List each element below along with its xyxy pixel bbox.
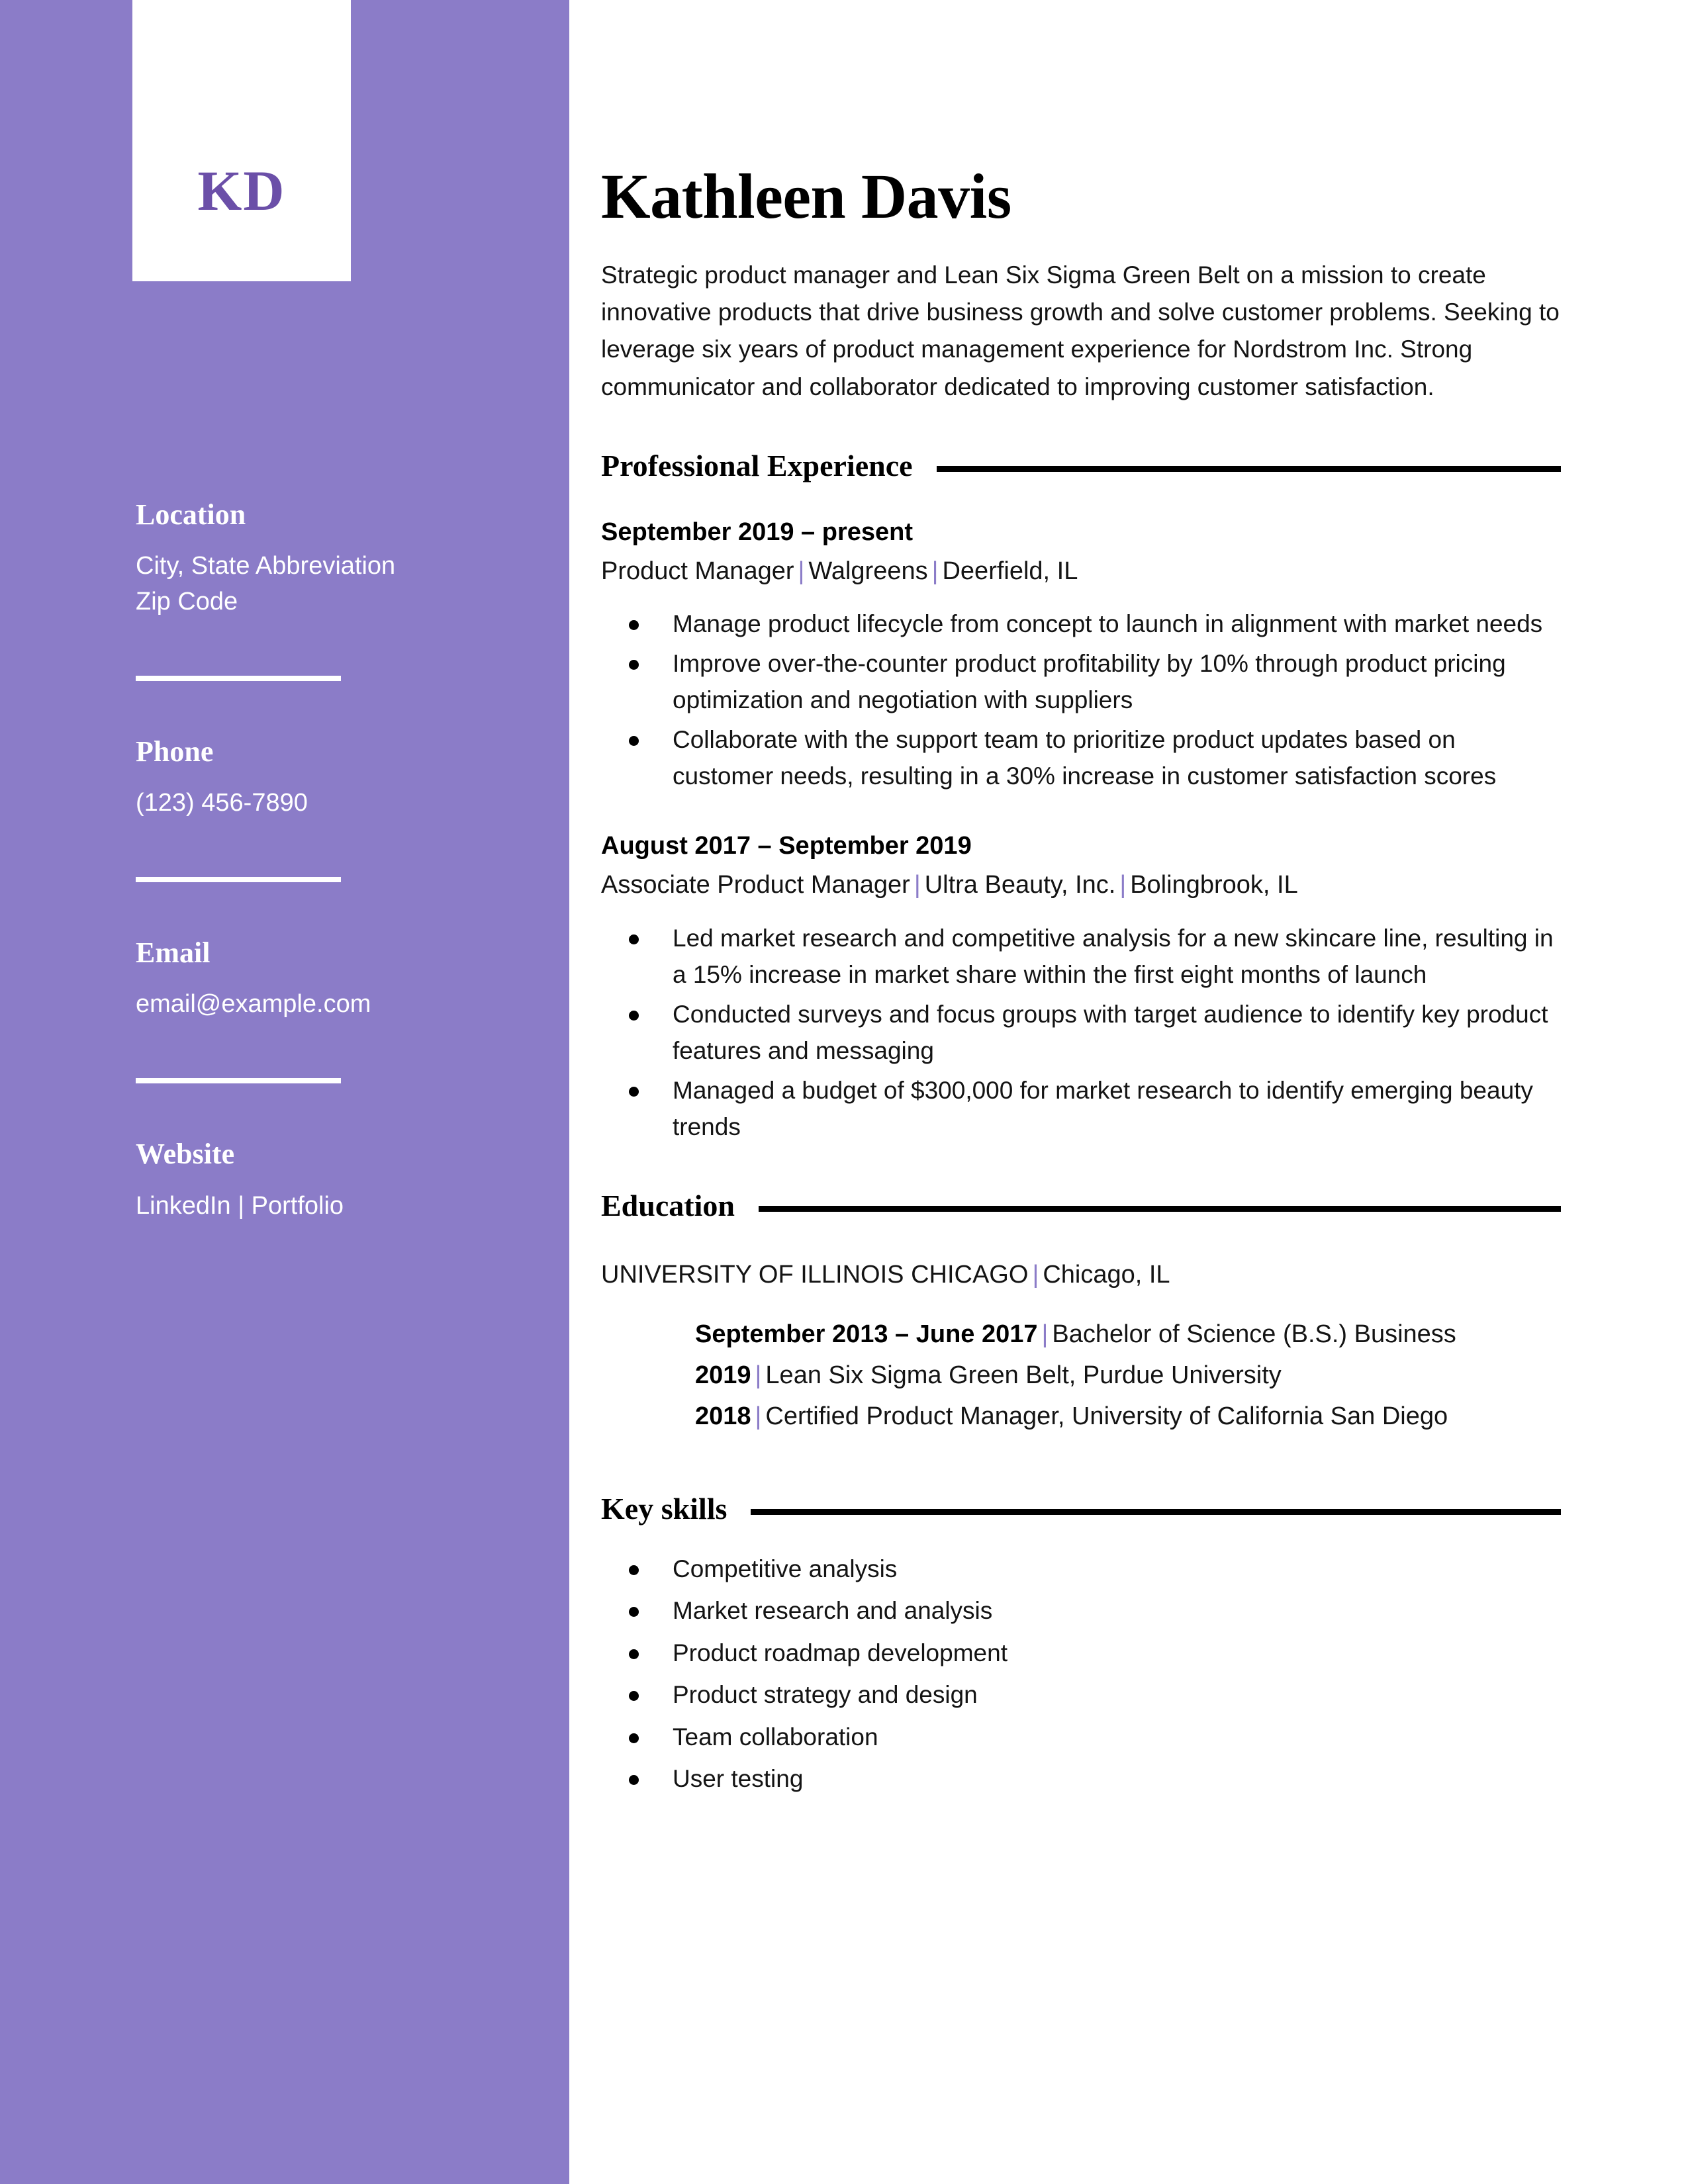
job-role-company-location: Associate Product Manager | Ultra Beauty, … [601,868,1561,902]
monogram-box: KD [132,0,351,281]
job-dates: September 2019 – present [601,518,914,546]
contact-heading-website: Website [136,1138,235,1171]
education-school-name: UNIVERSITY OF ILLINOIS CHICAGO [601,1260,1029,1289]
sidebar-divider-2 [136,877,341,883]
skill-item: Market research and analysis [601,1592,1561,1629]
section-title-key-skills: Key skills [601,1491,727,1525]
separator-pipe-icon: | [1032,1260,1039,1289]
skill-item: Product strategy and design [601,1676,1561,1713]
contact-block-website: Website LinkedIn | Portfolio [136,1139,506,1224]
education-entry-detail: Certified Product Manager, University of… [765,1402,1448,1431]
education-entry-date: 2019 [695,1361,751,1390]
job-bullet: Conducted surveys and focus groups with … [601,996,1561,1069]
contact-value-website-links[interactable]: LinkedIn | Portfolio [136,1189,506,1224]
job-location: Deerfield, IL [942,557,1078,586]
job-role-company-location: Product Manager | Walgreens | Deerfield, IL [601,555,1561,588]
skill-item: User testing [601,1760,1561,1797]
education-entry-date: 2018 [695,1402,751,1431]
job-company: Walgreens [808,557,928,586]
section-header-experience: Professional Experience [601,448,1561,482]
job-entry: August 2017 – September 2019 Associate P… [601,829,1561,1146]
job-bullet: Led market research and competitive anal… [601,920,1561,993]
resume-page: KD Location City, State Abbreviation Zip… [0,0,1688,2184]
skill-item: Team collaboration [601,1719,1561,1756]
separator-pipe-icon: | [755,1402,762,1431]
education-entry: 2019 | Lean Six Sigma Green Belt, Purdue U… [695,1357,1561,1394]
job-bullet: Improve over-the-counter product profita… [601,645,1561,719]
job-role: Associate Product Manager [601,871,910,899]
section-education: Education UNIVERSITY OF ILLINOIS CHICAGO… [601,1188,1561,1435]
monogram-initials: KD [197,158,286,222]
candidate-name: Kathleen Davis [601,161,1011,232]
contact-heading-location: Location [136,498,246,531]
section-title-education: Education [601,1188,735,1222]
skill-item: Competitive analysis [601,1551,1561,1588]
job-bullet: Collaborate with the support team to pri… [601,721,1561,795]
education-school-line: UNIVERSITY OF ILLINOIS CHICAGO | Chicago, … [601,1258,1561,1292]
skill-item: Product roadmap development [601,1635,1561,1672]
education-entry-list: September 2013 – June 2017 | Bachelor of S… [601,1316,1561,1435]
education-entry-date: September 2013 – June 2017 [695,1320,1038,1348]
section-rule-education [758,1205,1561,1212]
main-content: Kathleen Davis Strategic product manager… [601,0,1561,1803]
section-header-education: Education [601,1188,1561,1222]
section-rule-experience [936,465,1561,472]
section-key-skills: Key skills Competitive analysis Market r… [601,1491,1561,1797]
education-entry-detail: Bachelor of Science (B.S.) Business [1052,1320,1456,1348]
contact-info-stack: Location City, State Abbreviation Zip Co… [136,498,506,1224]
contact-value-phone: (123) 456-7890 [136,789,308,817]
job-bullet-list: Led market research and competitive anal… [601,920,1561,1146]
job-entry: September 2019 – present Product Manager… [601,516,1561,795]
job-company: Ultra Beauty, Inc. [924,871,1116,899]
contact-heading-email: Email [136,936,211,970]
education-school-location: Chicago, IL [1043,1260,1170,1289]
separator-pipe-icon: | [1041,1320,1049,1348]
job-bullet: Managed a budget of $300,000 for market … [601,1072,1561,1146]
sidebar-divider-1 [136,676,341,682]
separator-pipe-icon: | [931,557,939,586]
sidebar-divider-3 [136,1078,341,1084]
sidebar: KD Location City, State Abbreviation Zip… [0,0,569,2184]
skills-list: Competitive analysis Market research and… [601,1551,1561,1797]
job-bullet-list: Manage product lifecycle from concept to… [601,606,1561,795]
section-header-key-skills: Key skills [601,1491,1561,1525]
section-rule-key-skills [751,1508,1561,1515]
contact-heading-phone: Phone [136,735,214,768]
section-title-experience: Professional Experience [601,448,913,482]
job-bullet: Manage product lifecycle from concept to… [601,606,1561,643]
contact-value-zip: Zip Code [136,588,238,616]
education-entry: September 2013 – June 2017 | Bachelor of S… [695,1316,1561,1353]
separator-pipe-icon: | [1119,871,1127,899]
separator-pipe-icon: | [914,871,921,899]
job-location: Bolingbrook, IL [1130,871,1298,899]
contact-block-location: Location City, State Abbreviation Zip Co… [136,498,506,620]
professional-summary: Strategic product manager and Lean Six S… [601,261,1560,400]
education-entry-detail: Lean Six Sigma Green Belt, Purdue Univer… [765,1361,1282,1390]
contact-block-phone: Phone (123) 456-7890 [136,735,506,821]
education-entry: 2018 | Certified Product Manager, Universi… [695,1398,1561,1435]
section-professional-experience: Professional Experience September 2019 –… [601,448,1561,1146]
contact-block-email: Email email@example.com [136,938,506,1023]
contact-value-city-state: City, State Abbreviation [136,552,396,580]
contact-value-email[interactable]: email@example.com [136,987,506,1023]
separator-pipe-icon: | [798,557,805,586]
separator-pipe-icon: | [755,1361,762,1390]
job-role: Product Manager [601,557,794,586]
job-dates: August 2017 – September 2019 [601,831,972,860]
